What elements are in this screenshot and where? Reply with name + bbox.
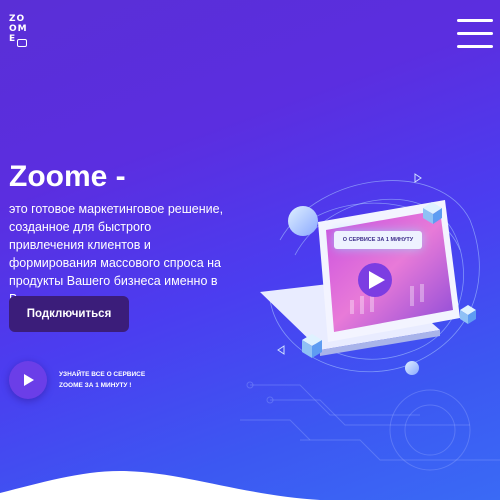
bottom-wave xyxy=(0,471,320,500)
service-badge: О СЕРВИСЕ ЗА 1 МИНУТУ xyxy=(334,231,422,249)
laptop-video-illustration xyxy=(260,173,480,375)
